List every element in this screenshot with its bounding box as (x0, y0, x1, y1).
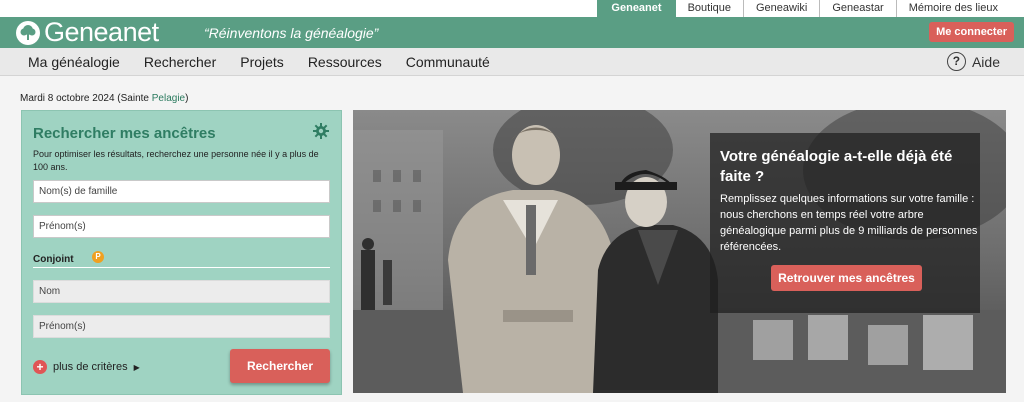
toplink-geneastar[interactable]: Geneastar (819, 0, 895, 17)
site-logo[interactable]: Geneanet (16, 19, 159, 46)
surname-input[interactable]: Nom(s) de famille (33, 180, 330, 203)
site-header: Geneanet “Réinventons la généalogie” Me … (0, 17, 1024, 48)
search-button[interactable]: Rechercher (230, 349, 330, 383)
spouse-label: Conjoint (33, 254, 74, 265)
ancestor-search-panel: Rechercher mes ancêtres Pour optimiser l… (21, 110, 342, 395)
spouse-firstname-input[interactable]: Prénom(s) (33, 315, 330, 338)
saint-link[interactable]: Pelagie (152, 93, 185, 104)
search-panel-description: Pour optimiser les résultats, recherchez… (33, 149, 319, 172)
top-utility-bar: Geneanet Boutique Geneawiki Geneastar Mé… (0, 0, 1024, 17)
nav-item-communaute[interactable]: Communauté (406, 54, 490, 70)
help-link[interactable]: ? Aide (946, 52, 1000, 71)
hero-text: Remplissez quelques informations sur vot… (720, 193, 978, 253)
nav-item-ma-genealogie[interactable]: Ma généalogie (28, 54, 120, 70)
toplink-memoire-des-lieux[interactable]: Mémoire des lieux (895, 0, 1010, 17)
spouse-divider (33, 267, 330, 268)
help-icon: ? (946, 52, 966, 71)
plus-circle-icon: + (33, 360, 47, 374)
more-criteria-label: plus de critères (53, 361, 128, 373)
date-suffix: ) (185, 93, 189, 104)
hero-overlay-box: Votre généalogie a-t-elle déjà été faite… (710, 133, 980, 313)
nav-item-rechercher[interactable]: Rechercher (144, 54, 216, 70)
nav-item-ressources[interactable]: Ressources (308, 54, 382, 70)
main-nav: Ma généalogie Rechercher Projets Ressour… (0, 48, 1024, 76)
gear-icon[interactable] (313, 123, 329, 144)
triangle-right-icon: ▶ (133, 362, 140, 372)
date-text: Mardi 8 octobre 2024 (Sainte (20, 93, 149, 104)
spouse-surname-input[interactable]: Nom (33, 280, 330, 303)
more-criteria-toggle[interactable]: + plus de critères ▶ (33, 360, 140, 374)
tree-icon (16, 20, 40, 45)
date-line: Mardi 8 octobre 2024 (Sainte Pelagie) (20, 93, 188, 104)
network-links: Geneanet Boutique Geneawiki Geneastar Mé… (597, 0, 1010, 17)
toplink-geneanet[interactable]: Geneanet (597, 0, 676, 17)
help-label: Aide (971, 53, 1000, 70)
firstname-input[interactable]: Prénom(s) (33, 215, 330, 238)
toplink-geneawiki[interactable]: Geneawiki (743, 0, 819, 17)
hero-title: Votre généalogie a-t-elle déjà été faite… (720, 148, 953, 185)
search-panel-title: Rechercher mes ancêtres (33, 125, 216, 142)
find-ancestors-button[interactable]: Retrouver mes ancêtres (771, 265, 922, 291)
nav-item-projets[interactable]: Projets (240, 54, 284, 70)
site-tagline: “Réinventons la généalogie” (204, 25, 379, 41)
login-button[interactable]: Me connecter (929, 22, 1014, 42)
toplink-boutique[interactable]: Boutique (676, 0, 743, 17)
hero-banner: Votre généalogie a-t-elle déjà été faite… (353, 110, 1006, 393)
premium-badge-icon: P (92, 251, 104, 263)
logo-wordmark: Geneanet (44, 17, 159, 47)
